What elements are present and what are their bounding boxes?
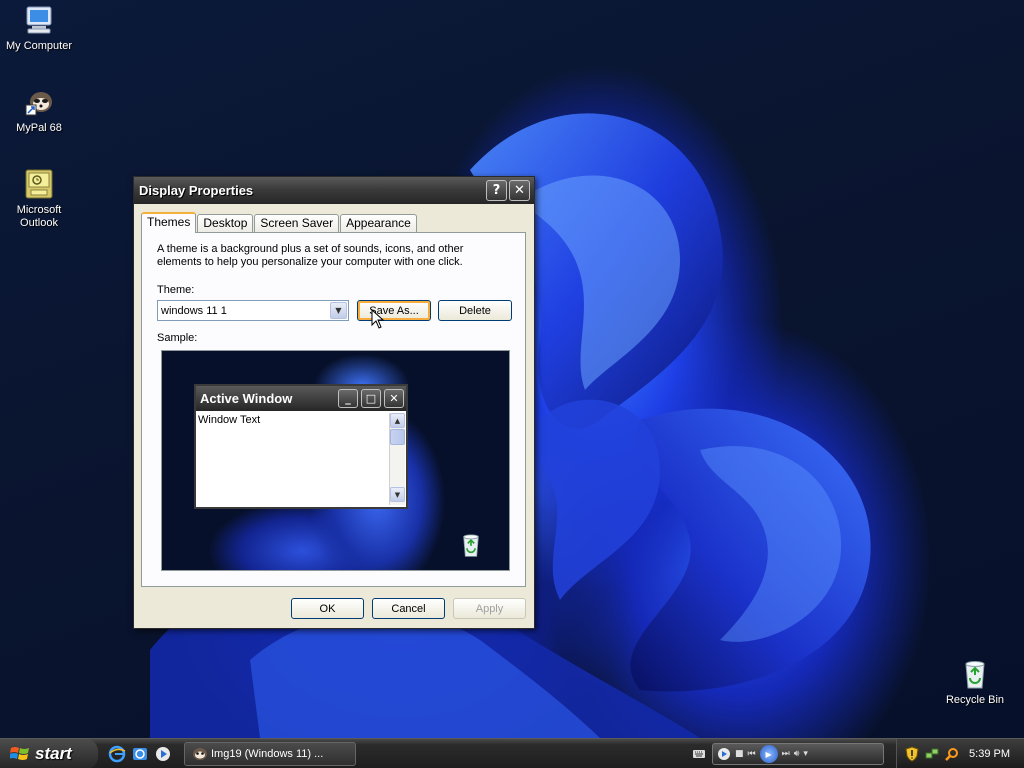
help-button[interactable]: ? [486,180,507,201]
tab-appearance[interactable]: Appearance [340,214,417,233]
next-icon[interactable]: ⏭ [782,749,790,759]
close-button[interactable]: ✕ [509,180,530,201]
scroll-thumb [390,429,405,445]
dialog-titlebar[interactable]: Display Properties ? ✕ [134,177,534,204]
clock[interactable]: 5:39 PM [969,748,1010,760]
display-properties-dialog: Display Properties ? ✕ Themes Desktop Sc… [133,176,535,629]
delete-button[interactable]: Delete [438,300,512,321]
theme-select-value: windows 11 1 [161,304,227,317]
taskbar-item-img19[interactable]: Img19 (Windows 11) ... [184,742,356,766]
play-icon[interactable]: ▶ [759,745,778,763]
sample-window-titlebar: Active Window _ □ ✕ [196,386,406,411]
media-player-toolbar: ■ ⏮ ▶ ⏭ 🔊︎ ▾ [712,743,884,765]
recycle-bin-icon [463,534,479,557]
mouse-pointer-icon [371,309,385,329]
raccoon-browser-icon [193,748,207,760]
previous-icon[interactable]: ⏮ [748,749,756,759]
outlook-express-icon[interactable] [131,745,149,763]
outlook-icon [23,168,55,200]
theme-label: Theme: [157,284,195,296]
desktop-icon-outlook[interactable]: Microsoft Outlook [0,168,78,230]
tab-strip: Themes Desktop Screen Saver Appearance [141,212,418,233]
internet-explorer-icon[interactable] [108,745,126,763]
theme-select[interactable]: windows 11 1 ▼ [157,300,349,321]
network-icon[interactable] [925,747,939,761]
raccoon-browser-icon [23,86,55,118]
desktop-icon-label: Microsoft Outlook [16,204,62,229]
desktop-icon-my-computer[interactable]: My Computer [0,4,78,53]
ok-button[interactable]: OK [291,598,364,619]
sample-label: Sample: [157,332,198,344]
desktop-icon-mypal[interactable]: MyPal 68 [0,86,78,135]
start-button[interactable]: start [0,739,98,768]
volume-icon[interactable]: 🔊︎ [794,749,800,759]
stop-icon[interactable]: ■ [735,749,744,759]
dialog-title: Display Properties [139,183,254,198]
taskbar: start Img19 (Windows 11) ... ■ ⏮ ▶ ⏭ 🔊︎ … [0,738,1024,768]
themes-panel: A theme is a background plus a set of so… [141,232,526,587]
windows-logo-icon [9,745,30,763]
theme-description: A theme is a background plus a set of so… [157,243,464,268]
close-icon: ✕ [384,389,404,408]
desktop-icon-label: MyPal 68 [16,122,62,134]
chevron-down-icon[interactable]: ▾ [803,749,808,759]
security-shield-icon[interactable] [905,746,919,762]
minimize-icon: _ [338,389,358,408]
desktop-icon-recycle-bin[interactable]: Recycle Bin [936,658,1014,707]
desktop-icon-label: My Computer [5,40,73,52]
sample-scrollbar: ▲ ▼ [389,413,405,505]
scroll-down-icon: ▼ [390,487,405,502]
taskbar-item-label: Img19 (Windows 11) ... [211,748,324,760]
tab-desktop[interactable]: Desktop [197,214,254,233]
chevron-down-icon[interactable]: ▼ [330,302,347,319]
tab-themes[interactable]: Themes [141,212,197,233]
maximize-icon: □ [361,389,381,408]
desktop-icon-label: Recycle Bin [945,694,1005,706]
system-tray: 5:39 PM [896,739,1024,768]
theme-sample-preview: Active Window _ □ ✕ Window Text ▲ ▼ [161,350,510,571]
sample-active-window: Active Window _ □ ✕ Window Text ▲ ▼ [194,384,408,509]
keyboard-icon[interactable] [692,747,706,761]
start-label: start [35,744,72,763]
recycle-bin-icon [959,658,991,690]
sample-window-text: Window Text [198,414,261,426]
scroll-up-icon: ▲ [390,413,405,428]
computer-icon [23,4,55,36]
sample-window-title: Active Window [200,391,293,406]
search-icon[interactable] [945,747,959,761]
apply-button[interactable]: Apply [453,598,526,619]
media-player-icon[interactable] [717,747,731,761]
media-player-icon[interactable] [154,745,172,763]
cancel-button[interactable]: Cancel [372,598,445,619]
tab-screen-saver[interactable]: Screen Saver [254,214,340,233]
save-as-button[interactable]: Save As... [357,300,431,321]
